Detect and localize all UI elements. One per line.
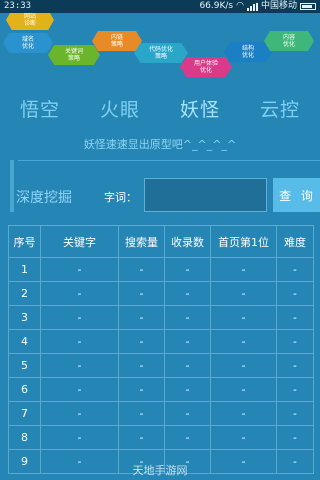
table-cell: -	[164, 401, 211, 426]
results-table-wrap: 序号 关键字 搜索量 收录数 首页第1位 难度 1-----2-----3---…	[8, 225, 314, 475]
tab-huoyan[interactable]: 火眼	[100, 95, 140, 122]
status-right: 66.9K/s ◠ 中国移动	[199, 0, 316, 13]
banner-hex: 内链 策略	[92, 31, 142, 51]
table-cell: -	[276, 425, 314, 450]
row-index-cell: 4	[8, 329, 41, 354]
tab-wukong[interactable]: 悟空	[20, 95, 60, 122]
keyword-input[interactable]	[144, 178, 267, 212]
banner-hex: 结构 优化	[224, 42, 272, 62]
banner-hex: 域名 优化	[3, 33, 53, 53]
table-cell: -	[164, 305, 211, 330]
watermark: 天地手游网	[132, 464, 188, 477]
table-row: 3-----	[8, 305, 314, 330]
table-cell: -	[276, 329, 314, 354]
banner-hex: 网站 诊断	[6, 13, 54, 30]
banner-hex: 用户体验 优化	[180, 57, 232, 77]
table-cell: -	[40, 281, 119, 306]
table-cell: -	[118, 425, 165, 450]
table-cell: -	[118, 353, 165, 378]
table-cell: -	[210, 425, 277, 450]
results-table: 序号 关键字 搜索量 收录数 首页第1位 难度 1-----2-----3---…	[8, 225, 314, 474]
table-cell: -	[210, 401, 277, 426]
table-cell: -	[40, 353, 119, 378]
table-cell: -	[164, 329, 211, 354]
table-cell: -	[210, 257, 277, 282]
table-cell: -	[118, 281, 165, 306]
banner-hex: 内容 优化	[264, 31, 314, 51]
row-index-cell: 2	[8, 281, 41, 306]
table-cell: -	[164, 281, 211, 306]
table-cell: -	[210, 329, 277, 354]
status-time: 23:33	[4, 1, 32, 11]
table-cell: -	[276, 377, 314, 402]
banner-hex: 代码优化 策略	[134, 43, 188, 63]
row-index-cell: 6	[8, 377, 41, 402]
table-cell: -	[40, 425, 119, 450]
column-header-difficulty: 难度	[276, 225, 314, 258]
table-cell: -	[276, 257, 314, 282]
carrier-name: 中国移动	[260, 1, 297, 11]
table-cell: -	[276, 401, 314, 426]
column-header-first-rank: 首页第1位	[210, 225, 277, 258]
table-cell: -	[118, 329, 165, 354]
query-button[interactable]: 查 询	[273, 178, 320, 212]
table-cell: -	[276, 281, 314, 306]
table-cell: -	[118, 305, 165, 330]
table-cell: -	[210, 377, 277, 402]
table-cell: -	[118, 401, 165, 426]
seo-banner: 网站 诊断 域名 优化 关键词 策略 内链 策略 代码优化 策略 用户体验 优化…	[0, 13, 320, 88]
table-cell: -	[164, 257, 211, 282]
table-row: 4-----	[8, 329, 314, 354]
table-cell: -	[118, 377, 165, 402]
table-cell: -	[210, 281, 277, 306]
table-row: 2-----	[8, 281, 314, 306]
row-index-cell: 1	[8, 257, 41, 282]
table-row: 8-----	[8, 425, 314, 450]
deep-dig-title: 深度挖掘	[16, 190, 72, 206]
table-cell: -	[210, 353, 277, 378]
wifi-icon: ◠	[236, 1, 244, 11]
banner-hex: 关键词 策略	[48, 45, 100, 65]
table-cell: -	[276, 305, 314, 330]
tab-yaoguai[interactable]: 妖怪	[180, 95, 220, 122]
table-row: 6-----	[8, 377, 314, 402]
table-cell: -	[210, 305, 277, 330]
deep-dig-panel: 深度挖掘 字词： 查 询	[10, 160, 320, 212]
column-header-search-volume: 搜索量	[118, 225, 165, 258]
tab-yunkong[interactable]: 云控	[260, 95, 300, 122]
table-cell: -	[164, 377, 211, 402]
row-index-cell: 3	[8, 305, 41, 330]
row-index-cell: 8	[8, 425, 41, 450]
table-cell: -	[40, 257, 119, 282]
column-header-index: 序号	[8, 225, 41, 258]
row-index-cell: 7	[8, 401, 41, 426]
battery-icon	[300, 3, 316, 10]
table-header-row: 序号 关键字 搜索量 收录数 首页第1位 难度	[8, 225, 314, 258]
network-speed: 66.9K/s	[199, 1, 234, 11]
table-cell: -	[40, 305, 119, 330]
table-cell: -	[40, 401, 119, 426]
panel-accent-bar	[10, 160, 14, 212]
signal-icon	[246, 2, 258, 11]
table-cell: -	[164, 425, 211, 450]
table-cell: -	[40, 329, 119, 354]
row-index-cell: 5	[8, 353, 41, 378]
main-tabs: 悟空 火眼 妖怪 云控	[0, 88, 320, 128]
column-header-indexed-count: 收录数	[164, 225, 211, 258]
table-cell: -	[276, 353, 314, 378]
hint-text: 妖怪速速显出原型吧^_^_^_^	[83, 138, 237, 151]
table-cell: -	[164, 353, 211, 378]
status-bar: 23:33 66.9K/s ◠ 中国移动	[0, 0, 320, 13]
table-row: 1-----	[8, 257, 314, 282]
word-label: 字词：	[104, 191, 137, 204]
table-row: 7-----	[8, 401, 314, 426]
table-cell: -	[40, 377, 119, 402]
table-row: 5-----	[8, 353, 314, 378]
table-cell: -	[118, 257, 165, 282]
column-header-keyword: 关键字	[40, 225, 119, 258]
